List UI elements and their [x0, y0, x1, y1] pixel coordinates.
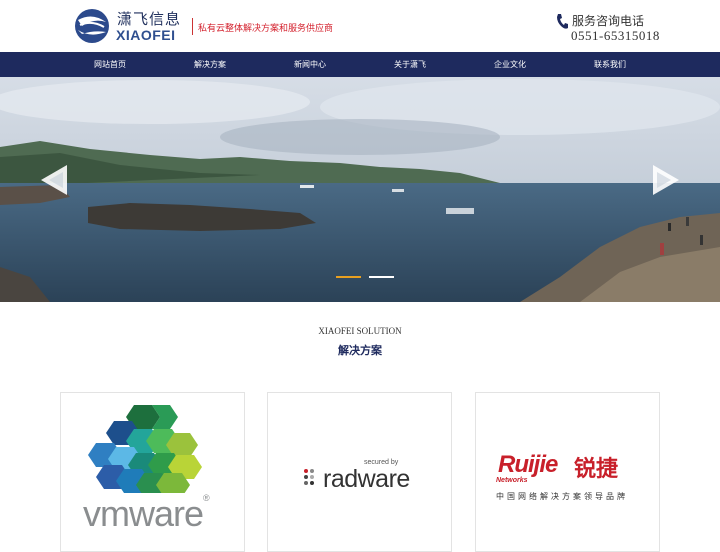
section-title-cn: 解决方案: [338, 344, 382, 357]
phone-number[interactable]: 0551-65315018: [571, 28, 660, 44]
hero-banner[interactable]: [0, 77, 720, 302]
main-nav: 网站首页 解决方案 新闻中心 关于潇飞 企业文化 联系我们: [0, 52, 720, 77]
logo-divider: [192, 18, 193, 35]
logo-english-name: XIAOFEI: [116, 27, 176, 43]
slide-indicator-1[interactable]: [336, 276, 361, 278]
radware-wordmark: radware: [323, 465, 410, 493]
solution-card-vmware[interactable]: vmware®: [60, 392, 245, 552]
phone-icon: [557, 14, 568, 29]
banner-image: [0, 77, 720, 302]
chevron-left-icon[interactable]: [39, 164, 69, 196]
nav-item-contact[interactable]: 联系我们: [560, 52, 660, 77]
slogan: 私有云整体解决方案和服务供应商: [198, 24, 334, 34]
solution-card-ruijie[interactable]: Ruijie 锐捷 Networks 中国网络解决方案领导品牌: [475, 392, 660, 552]
slide-indicator-2[interactable]: [369, 276, 394, 278]
phone-label: 服务咨询电话: [572, 14, 645, 28]
ruijie-networks-label: Networks: [496, 477, 528, 484]
nav-item-news[interactable]: 新闻中心: [260, 52, 360, 77]
ruijie-chinese-name: 锐捷: [574, 457, 619, 482]
chevron-right-icon[interactable]: [651, 164, 681, 196]
nav-item-culture[interactable]: 企业文化: [460, 52, 560, 77]
vmware-wordmark: vmware®: [83, 493, 210, 534]
ruijie-tagline: 中国网络解决方案领导品牌: [496, 492, 628, 501]
nav-item-about[interactable]: 关于潇飞: [360, 52, 460, 77]
nav-item-home[interactable]: 网站首页: [60, 52, 160, 77]
xiaofei-logo-icon[interactable]: [74, 8, 110, 44]
nav-item-solutions[interactable]: 解决方案: [160, 52, 260, 77]
ruijie-wordmark: Ruijie: [498, 451, 558, 478]
radware-dots-icon: [304, 469, 314, 485]
vmware-cloud-logo: [88, 405, 202, 493]
solution-card-radware[interactable]: secured by radware: [267, 392, 452, 552]
site-header: 潇飞信息 XIAOFEI 私有云整体解决方案和服务供应商 服务咨询电话 0551…: [0, 0, 720, 52]
logo-chinese-name: 潇飞信息: [117, 10, 182, 28]
section-title-en: XIAOFEI SOLUTION: [318, 326, 402, 336]
